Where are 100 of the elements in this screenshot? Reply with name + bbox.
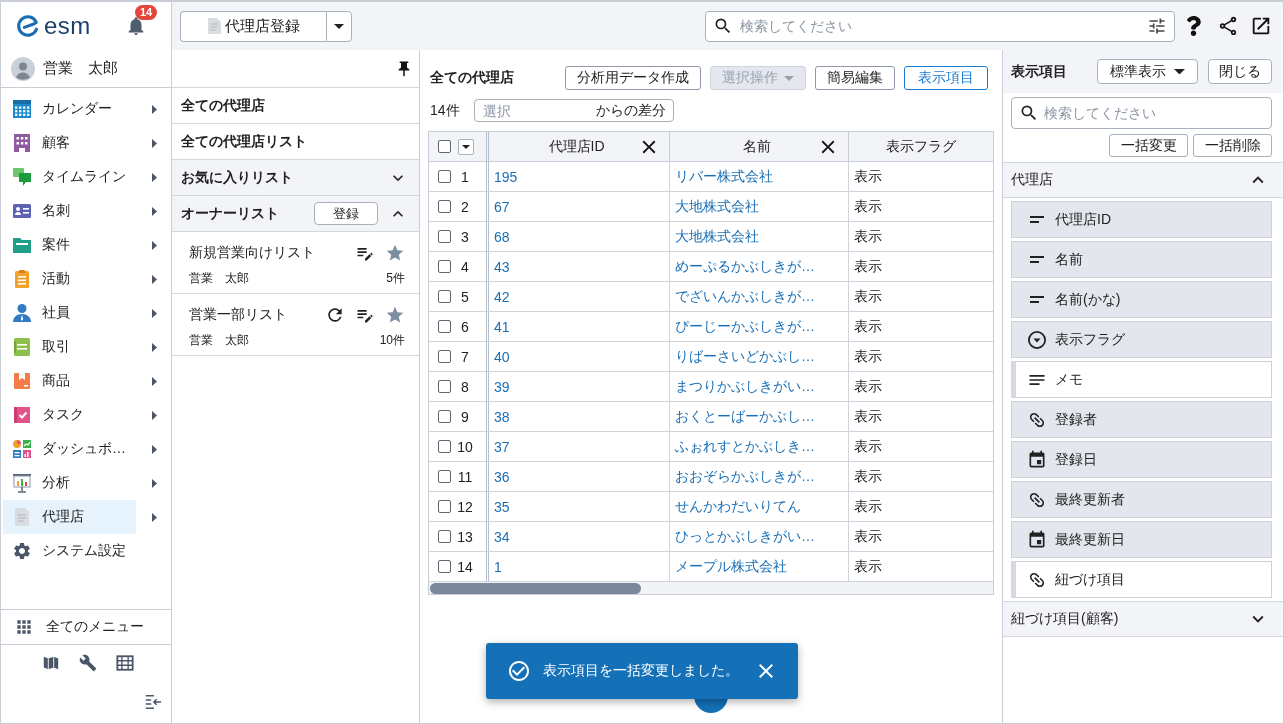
map-icon[interactable] — [41, 654, 60, 672]
sidebar-item[interactable]: 取引 — [3, 330, 136, 364]
toolbar-button[interactable]: 分析用データ作成 — [565, 66, 701, 90]
record-link[interactable]: ふぉれすとかぶしき… — [675, 437, 815, 456]
record-link[interactable]: でざいんかぶしきが… — [675, 287, 815, 306]
sidebar-item[interactable]: ダッシュボ… — [3, 432, 136, 466]
row-checkbox[interactable] — [438, 170, 451, 183]
row-checkbox[interactable] — [438, 410, 451, 423]
field-item[interactable]: 名前 — [1011, 241, 1272, 278]
submenu-arrow-icon[interactable] — [152, 138, 157, 148]
submenu-arrow-icon[interactable] — [152, 172, 157, 182]
record-link[interactable]: まつりかぶしきがい… — [675, 377, 815, 396]
star-icon[interactable] — [385, 243, 405, 263]
share-icon[interactable] — [1217, 15, 1239, 37]
row-checkbox[interactable] — [438, 380, 451, 393]
field-item[interactable]: 登録日 — [1011, 441, 1272, 478]
submenu-arrow-icon[interactable] — [152, 240, 157, 250]
row-checkbox[interactable] — [438, 440, 451, 453]
field-item[interactable]: 最終更新者 — [1011, 481, 1272, 518]
row-checkbox[interactable] — [438, 470, 451, 483]
list-group-header[interactable]: オーナーリスト 登録 — [172, 196, 419, 232]
refresh-icon[interactable] — [325, 305, 345, 325]
record-link[interactable]: おおぞらかぶしきが… — [675, 467, 815, 486]
record-link[interactable]: 37 — [494, 438, 510, 455]
record-link[interactable]: 1 — [494, 558, 502, 575]
submenu-arrow-icon[interactable] — [152, 104, 157, 114]
wrench-icon[interactable] — [78, 654, 97, 672]
sidebar-item[interactable]: タスク — [3, 398, 136, 432]
record-link[interactable]: ひっとかぶしきがい… — [675, 527, 815, 546]
sidebar-item[interactable]: 分析 — [3, 466, 136, 500]
bulk-action-button[interactable]: 一括削除 — [1193, 134, 1272, 157]
sidebar-item[interactable]: 代理店 — [3, 500, 136, 534]
select-all-checkbox[interactable] — [438, 140, 451, 153]
list-name[interactable]: 営業一部リスト — [189, 306, 287, 324]
row-checkbox[interactable] — [438, 260, 451, 273]
search-field[interactable]: 検索してください — [705, 10, 1175, 42]
list-group-header[interactable]: お気に入りリスト — [172, 160, 419, 196]
record-link[interactable]: 41 — [494, 318, 510, 335]
record-link[interactable]: 大地株式会社 — [675, 227, 759, 246]
list-name[interactable]: 新規営業向けリスト — [189, 244, 315, 262]
field-item[interactable]: 最終更新日 — [1011, 521, 1272, 558]
sidebar-item[interactable]: 商品 — [3, 364, 136, 398]
register-button[interactable]: 代理店登録 — [180, 10, 326, 42]
record-link[interactable]: リバー株式会社 — [675, 167, 773, 186]
close-button[interactable]: 閉じる — [1208, 59, 1272, 84]
record-link[interactable]: 40 — [494, 348, 510, 365]
record-link[interactable]: 大地株式会社 — [675, 197, 759, 216]
submenu-arrow-icon[interactable] — [152, 274, 157, 284]
submenu-arrow-icon[interactable] — [152, 410, 157, 420]
sidebar-item[interactable]: 活動 — [3, 262, 136, 296]
record-link[interactable]: 34 — [494, 528, 510, 545]
sidebar-item[interactable]: 社員 — [3, 296, 136, 330]
record-link[interactable]: 42 — [494, 288, 510, 305]
sidebar-item[interactable]: システム設定 — [3, 534, 136, 568]
submenu-arrow-icon[interactable] — [152, 444, 157, 454]
submenu-arrow-icon[interactable] — [152, 376, 157, 386]
record-link[interactable]: 38 — [494, 408, 510, 425]
field-item[interactable]: 表示フラグ — [1011, 321, 1272, 358]
field-item[interactable]: 登録者 — [1011, 401, 1272, 438]
record-link[interactable]: 68 — [494, 228, 510, 245]
record-link[interactable]: 35 — [494, 498, 510, 515]
collapse-menu-icon[interactable] — [144, 693, 162, 711]
row-menu-button[interactable] — [458, 138, 474, 155]
record-link[interactable]: めーぷるかぶしきが… — [675, 257, 815, 276]
sidebar-item[interactable]: 顧客 — [3, 126, 136, 160]
bulk-action-button[interactable]: 一括変更 — [1109, 134, 1188, 157]
horizontal-scrollbar[interactable] — [429, 582, 993, 594]
record-link[interactable]: ぴーじーかぶしきが… — [675, 317, 815, 336]
row-checkbox[interactable] — [438, 290, 451, 303]
submenu-arrow-icon[interactable] — [152, 342, 157, 352]
record-link[interactable]: メープル株式会社 — [675, 557, 787, 576]
record-link[interactable]: おくとーばーかぶし… — [675, 407, 815, 426]
sidebar-item[interactable]: タイムライン — [3, 160, 136, 194]
star-icon[interactable] — [385, 305, 405, 325]
field-item[interactable]: 名前(かな) — [1011, 281, 1272, 318]
sidebar-item[interactable]: 名刺 — [3, 194, 136, 228]
record-link[interactable]: 67 — [494, 198, 510, 215]
row-checkbox[interactable] — [438, 230, 451, 243]
row-checkbox[interactable] — [438, 320, 451, 333]
help-icon[interactable] — [1186, 16, 1201, 36]
add-list-button[interactable]: 登録 — [314, 202, 378, 225]
submenu-arrow-icon[interactable] — [152, 512, 157, 522]
section-header[interactable]: 代理店 — [1003, 162, 1283, 198]
field-item[interactable]: 紐づけ項目 — [1011, 561, 1272, 598]
record-link[interactable]: 36 — [494, 468, 510, 485]
row-checkbox[interactable] — [438, 200, 451, 213]
section-header[interactable]: 紐づけ項目(顧客) — [1003, 601, 1283, 637]
submenu-arrow-icon[interactable] — [152, 308, 157, 318]
sidebar-item[interactable]: 案件 — [3, 228, 136, 262]
toolbar-button[interactable]: 表示項目 — [904, 66, 988, 90]
register-menu-button[interactable] — [326, 10, 352, 42]
record-link[interactable]: せんかわだいりてん — [675, 497, 801, 516]
field-search-field[interactable]: 検索してください — [1011, 97, 1272, 129]
scrollbar-thumb[interactable] — [430, 582, 641, 594]
table-icon[interactable] — [115, 654, 134, 672]
submenu-arrow-icon[interactable] — [152, 206, 157, 216]
external-link-icon[interactable] — [1250, 15, 1272, 37]
toolbar-button[interactable]: 簡易編集 — [815, 66, 895, 90]
row-checkbox[interactable] — [438, 350, 451, 363]
preset-dropdown[interactable]: 標準表示 — [1097, 59, 1198, 84]
